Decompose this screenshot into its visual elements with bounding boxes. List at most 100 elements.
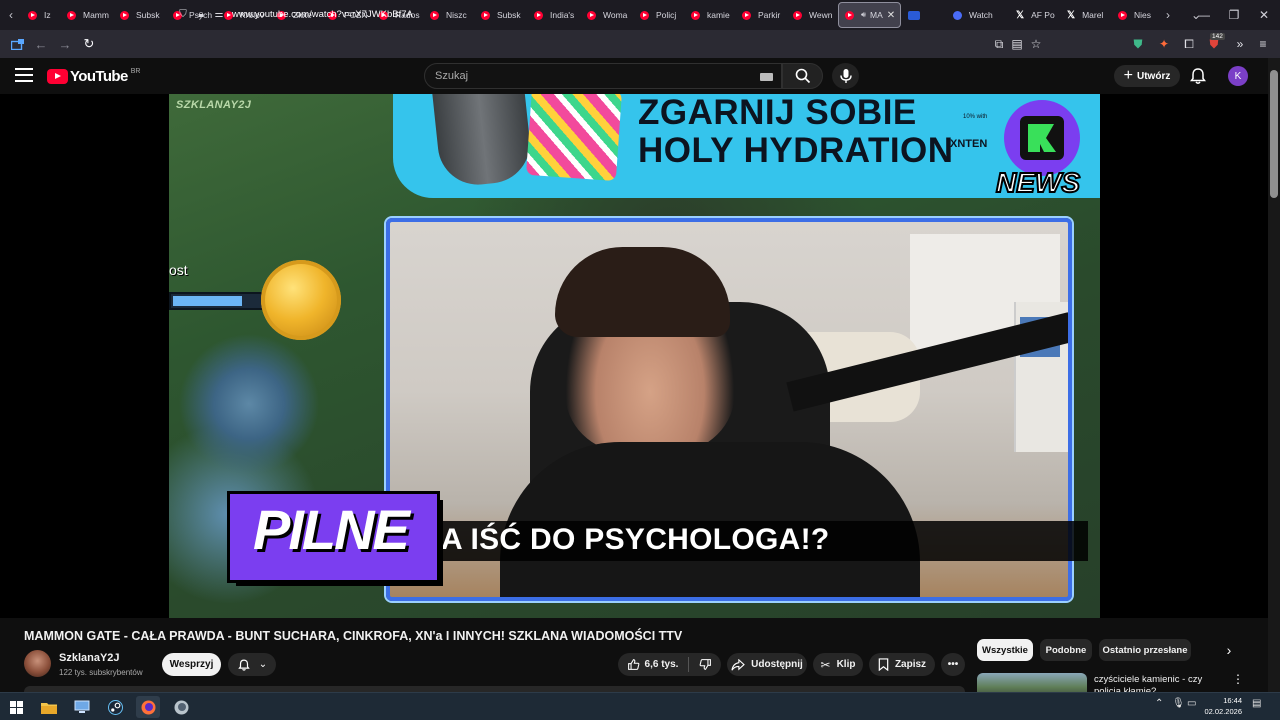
clip-button[interactable]: ✂ Klip xyxy=(813,653,863,676)
youtube-logo[interactable]: YouTube BR xyxy=(47,68,140,85)
browser-tab[interactable]: Subsk xyxy=(114,2,166,28)
clock-time: 16:44 xyxy=(1223,696,1242,705)
save-label: Zapisz xyxy=(894,659,927,670)
search-input[interactable]: Szukaj xyxy=(424,63,782,89)
extension-fox-icon[interactable]: ✦ xyxy=(1153,33,1175,55)
guide-menu-icon[interactable] xyxy=(15,68,33,82)
subscriber-count: 122 tys. subskrybentów xyxy=(59,668,143,677)
bookmark-star-icon[interactable]: ☆ xyxy=(1025,33,1047,55)
notifications-bell-icon[interactable] xyxy=(1188,66,1208,86)
page-scrollbar[interactable] xyxy=(1268,58,1280,692)
more-horizontal-icon: ••• xyxy=(947,659,959,670)
chip-related[interactable]: Podobne xyxy=(1040,639,1092,661)
youtube-icon xyxy=(28,10,37,20)
share-label: Udostępnij xyxy=(751,659,803,670)
video-frame[interactable]: SZKLANAY2J ost ZGARNIJ SOBIE HOLY HYDRAT… xyxy=(169,94,1100,618)
chip-all[interactable]: Wszystkie xyxy=(977,639,1033,661)
back-icon[interactable]: ← xyxy=(29,32,53,56)
tray-chevron-icon[interactable]: ⌃ xyxy=(1155,698,1163,709)
file-explorer-icon[interactable] xyxy=(37,696,61,718)
extensions-icon[interactable]: ⧠ xyxy=(1178,33,1200,55)
reload-icon[interactable]: ↻ xyxy=(77,32,101,56)
game-progress-fill xyxy=(173,296,243,306)
firefox-icon[interactable] xyxy=(136,696,160,718)
gold-coin-icon xyxy=(261,260,341,340)
chip-recently-uploaded[interactable]: Ostatnio przesłane xyxy=(1099,639,1191,661)
overlay-boost-label: ost xyxy=(169,262,188,278)
thumbs-down-icon[interactable] xyxy=(699,658,712,671)
steam-icon[interactable] xyxy=(103,696,127,718)
like-dislike-group: 6,6 tys. xyxy=(618,653,721,676)
page-scrollbar-thumb[interactable] xyxy=(1270,70,1278,198)
tab-label: Marel xyxy=(1082,10,1104,20)
youtube-play-icon xyxy=(47,69,68,84)
more-actions-button[interactable]: ••• xyxy=(941,653,965,676)
voice-search-button[interactable] xyxy=(832,63,859,89)
sponsor-code-text: XNTEN xyxy=(950,138,988,150)
news-logo-text: NEWS xyxy=(996,167,1080,198)
url-text[interactable]: www.youtube.com/watch?v=rX7JWKbBf7A xyxy=(232,9,413,20)
close-window-icon[interactable]: ✕ xyxy=(1248,0,1280,30)
bookmark-icon xyxy=(878,658,889,671)
subscription-bell-button[interactable]: ⌄ xyxy=(228,653,276,676)
news-logo-icon: NEWS xyxy=(995,100,1081,199)
microphone-tray-icon[interactable]: 🎙︎ xyxy=(1172,698,1185,709)
restore-icon[interactable]: ❐ xyxy=(1218,0,1250,30)
tab-scroll-left-icon[interactable]: ‹ xyxy=(0,0,22,30)
like-divider xyxy=(688,657,690,672)
ublock-badge: 142 xyxy=(1210,33,1225,40)
share-button[interactable]: Udostępnij xyxy=(727,653,807,676)
video-title: MAMMON GATE - CAŁA PRAWDA - BUNT SUCHARA… xyxy=(24,629,683,643)
channel-avatar[interactable] xyxy=(24,650,51,677)
overlay-caption: A IŚĆ DO PSYCHOLOGA!? xyxy=(441,523,830,556)
address-bar[interactable]: ⛉ 🔒︎ ⚌ www.youtube.com/watch?v=rX7JWKbBf… xyxy=(174,3,1048,25)
channel-name[interactable]: SzklanaY2J xyxy=(59,652,120,664)
keyboard-icon[interactable] xyxy=(760,73,773,81)
system-clock[interactable]: 16:44 02.02.2026 xyxy=(1202,695,1242,717)
x-icon: 𝕏 xyxy=(1067,9,1076,21)
windows-start-icon[interactable] xyxy=(4,696,28,718)
webcam-person-hair xyxy=(555,247,730,337)
support-button[interactable]: Wesprzyj xyxy=(162,653,221,676)
forward-icon[interactable]: → xyxy=(53,32,77,56)
tab-scroll-right-icon[interactable]: › xyxy=(1157,0,1179,30)
breaking-badge-label: PILNE xyxy=(253,498,410,561)
overlay-channel-tag: SZKLANAY2J xyxy=(176,99,252,111)
tab-label: Iz xyxy=(44,10,51,20)
account-avatar[interactable]: K xyxy=(1228,66,1248,86)
create-label: Utwórz xyxy=(1137,70,1171,82)
bell-icon xyxy=(238,659,250,671)
sidebar-toggle-icon[interactable] xyxy=(5,32,29,56)
country-code: BR xyxy=(130,68,141,75)
like-count: 6,6 tys. xyxy=(644,659,679,670)
app-menu-icon[interactable]: ≡ xyxy=(1252,33,1274,55)
video-player[interactable]: SZKLANAY2J ost ZGARNIJ SOBIE HOLY HYDRAT… xyxy=(0,94,1268,618)
recommended-more-icon[interactable]: ⋮ xyxy=(1232,672,1244,690)
save-button[interactable]: Zapisz xyxy=(869,653,935,676)
notification-center-icon[interactable]: ▤ xyxy=(1252,698,1261,709)
vpn-shield-icon[interactable]: ⛊ xyxy=(1127,33,1149,55)
game-progress-bar xyxy=(169,292,273,310)
search-button[interactable] xyxy=(782,63,823,89)
minimize-icon[interactable]: — xyxy=(1188,0,1220,30)
browser-tab[interactable]: Iz xyxy=(22,2,60,28)
browser-tab[interactable]: Nies xyxy=(1112,2,1154,28)
shield-icon[interactable]: ⛉ xyxy=(174,9,192,20)
overflow-chevron-icon[interactable]: » xyxy=(1229,33,1251,55)
permissions-icon[interactable]: ⚌ xyxy=(210,9,228,20)
like-button[interactable]: 6,6 tys. xyxy=(627,658,679,671)
create-button[interactable]: + Utwórz xyxy=(1114,65,1180,87)
chips-next-icon[interactable]: › xyxy=(1218,639,1240,661)
monitor-icon[interactable] xyxy=(70,696,94,718)
clip-label: Klip xyxy=(836,659,856,670)
network-icon[interactable]: ▭ xyxy=(1187,698,1196,709)
sponsor-headline-line2: HOLY HYDRATION xyxy=(638,131,954,170)
tab-label: Nies xyxy=(1134,10,1152,20)
share-icon xyxy=(731,658,745,671)
firefox-alt-icon[interactable] xyxy=(169,696,193,718)
browser-tab[interactable]: 𝕏 Marel xyxy=(1061,2,1111,28)
browser-tab[interactable]: Mamm xyxy=(61,2,113,28)
tab-label: Mamm xyxy=(83,10,109,20)
sponsor-small-text: 10% with xyxy=(963,114,988,120)
lock-icon[interactable]: 🔒︎ xyxy=(192,9,210,20)
